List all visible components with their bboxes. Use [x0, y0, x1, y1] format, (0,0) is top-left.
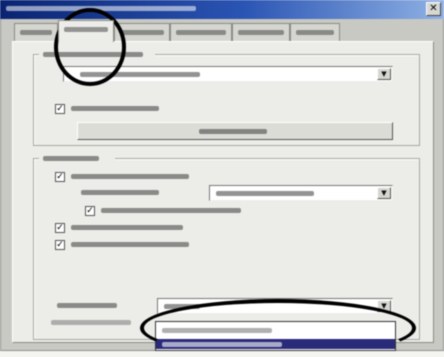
- midi-device-select[interactable]: ▼: [63, 66, 393, 82]
- legacy-checkbox[interactable]: ✓: [55, 172, 65, 182]
- mpu-output-select[interactable]: ▼: [209, 185, 393, 201]
- lock-checkbox[interactable]: ✓: [55, 104, 65, 114]
- output-mode-select[interactable]: ▼: [157, 298, 393, 314]
- chevron-down-icon: ▼: [377, 300, 391, 312]
- tab-5[interactable]: [290, 23, 340, 41]
- settings-panel: ▼ ✓ ✓ ▼ ✓ ✓ ✓ ▼: [12, 41, 434, 343]
- tab-general[interactable]: [14, 23, 58, 41]
- tab-4[interactable]: [232, 23, 290, 41]
- tab-3[interactable]: [170, 23, 232, 41]
- tab-2[interactable]: [114, 23, 170, 41]
- chevron-down-icon: ▼: [377, 187, 391, 199]
- tab-settings[interactable]: [58, 20, 114, 42]
- title-bar: ✕: [0, 0, 444, 19]
- close-button[interactable]: ✕: [426, 2, 441, 16]
- joystick-checkbox[interactable]: ✓: [55, 223, 65, 233]
- wave-checkbox[interactable]: ✓: [55, 240, 65, 250]
- allow-checkbox[interactable]: ✓: [85, 206, 95, 216]
- output-mode-dropdown-list[interactable]: [155, 321, 396, 351]
- chevron-down-icon: ▼: [377, 68, 391, 80]
- close-icon: ✕: [429, 3, 438, 14]
- window-title-glyphs: [6, 6, 196, 11]
